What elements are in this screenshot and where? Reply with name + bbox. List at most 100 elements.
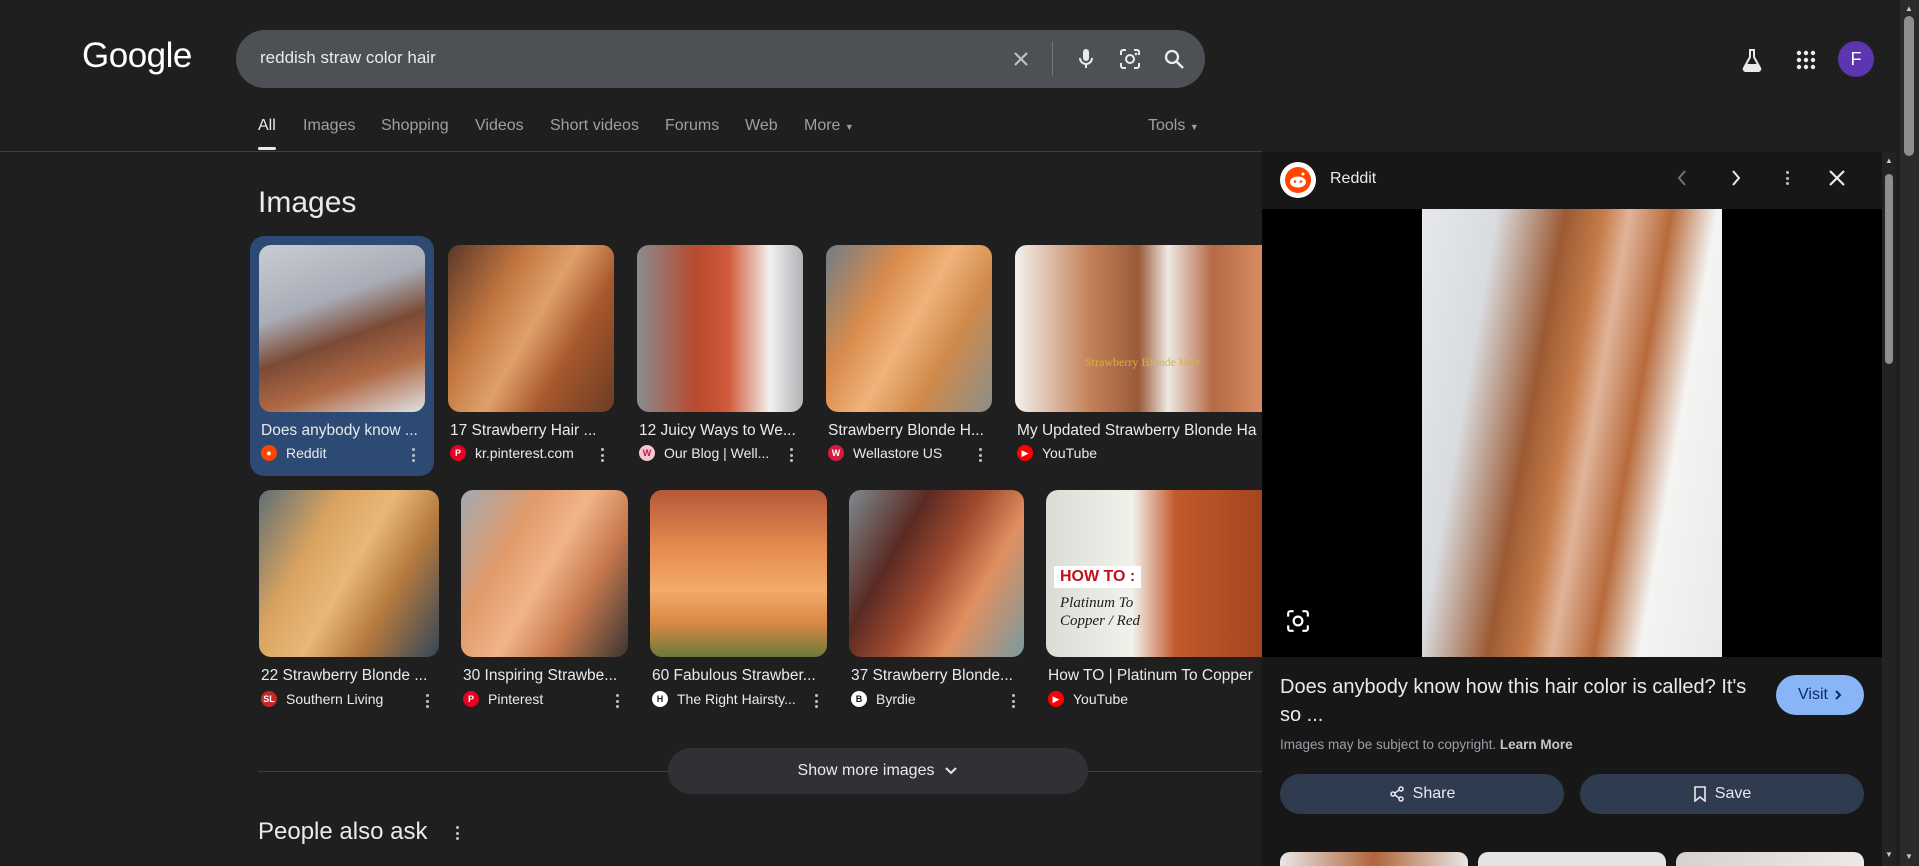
- image-source[interactable]: Pinterest: [488, 691, 598, 707]
- mic-icon[interactable]: [1074, 47, 1098, 71]
- tab-more[interactable]: More ▼: [804, 117, 854, 135]
- reddit-favicon-icon: ●: [261, 445, 277, 461]
- more-options-icon[interactable]: [1780, 169, 1794, 187]
- preview-title[interactable]: Does anybody know how this hair color is…: [1280, 673, 1760, 729]
- image-thumbnail[interactable]: [259, 245, 425, 412]
- image-caption[interactable]: 37 Strawberry Blonde...: [851, 667, 1021, 685]
- image-caption[interactable]: My Updated Strawberry Blonde Ha: [1017, 422, 1262, 440]
- image-source[interactable]: YouTube: [1042, 445, 1152, 461]
- visit-button[interactable]: Visit: [1776, 675, 1864, 715]
- panel-scrollbar-thumb[interactable]: [1885, 174, 1893, 364]
- tab-forums[interactable]: Forums: [665, 117, 719, 135]
- tab-shopping[interactable]: Shopping: [381, 117, 449, 135]
- image-caption[interactable]: 30 Inspiring Strawbe...: [463, 667, 623, 685]
- tab-images[interactable]: Images: [303, 117, 355, 135]
- more-options-icon[interactable]: [784, 446, 798, 464]
- show-more-images-button[interactable]: Show more images: [668, 748, 1088, 794]
- tab-all[interactable]: All: [258, 117, 276, 135]
- copyright-text: Images may be subject to copyright.: [1280, 737, 1497, 752]
- thumbnail-overlay-text: Strawberry Blonde Hair: [1085, 355, 1201, 369]
- scroll-down-icon[interactable]: ▼: [1905, 852, 1913, 861]
- image-caption[interactable]: How TO | Platinum To Copper: [1048, 667, 1262, 685]
- lens-icon[interactable]: [1118, 47, 1142, 71]
- google-logo[interactable]: Google: [82, 36, 192, 76]
- tab-tools[interactable]: Tools ▼: [1148, 117, 1199, 135]
- labs-icon[interactable]: [1736, 44, 1768, 76]
- clear-icon[interactable]: [1009, 47, 1033, 71]
- save-button[interactable]: Save: [1580, 774, 1864, 814]
- southern-living-favicon-icon: SL: [261, 691, 277, 707]
- more-options-icon[interactable]: [809, 692, 823, 710]
- more-options-icon[interactable]: [1006, 692, 1020, 710]
- image-caption[interactable]: Does anybody know ...: [261, 422, 425, 440]
- image-source[interactable]: Reddit: [286, 445, 396, 461]
- more-options-icon[interactable]: [973, 446, 987, 464]
- image-thumbnail[interactable]: [637, 245, 803, 412]
- share-button[interactable]: Share: [1280, 774, 1564, 814]
- learn-more-link[interactable]: Learn More: [1500, 737, 1573, 752]
- apps-grid-icon[interactable]: [1790, 44, 1822, 76]
- image-thumbnail[interactable]: Strawberry Blonde Hair: [1015, 245, 1262, 412]
- reddit-logo-icon: [1280, 162, 1316, 198]
- image-thumbnail[interactable]: [461, 490, 628, 657]
- youtube-favicon-icon: ▶: [1048, 691, 1064, 707]
- show-more-label: Show more images: [797, 762, 935, 779]
- search-input[interactable]: reddish straw color hair: [260, 48, 436, 68]
- image-source[interactable]: Byrdie: [876, 691, 986, 707]
- next-icon[interactable]: [1729, 168, 1743, 193]
- image-caption[interactable]: 22 Strawberry Blonde ...: [261, 667, 436, 685]
- panel-scrollbar[interactable]: ▲ ▼: [1882, 152, 1896, 866]
- previous-icon[interactable]: [1675, 168, 1689, 193]
- search-divider: [1052, 42, 1053, 76]
- share-icon: [1389, 786, 1404, 802]
- image-source[interactable]: Our Blog | Well...: [664, 445, 774, 461]
- image-caption[interactable]: 17 Strawberry Hair ...: [450, 422, 606, 440]
- tab-short-videos[interactable]: Short videos: [550, 117, 639, 135]
- more-options-icon[interactable]: [420, 692, 434, 710]
- search-icon[interactable]: [1162, 47, 1186, 71]
- more-options-icon[interactable]: [406, 446, 420, 464]
- tab-web[interactable]: Web: [745, 117, 778, 135]
- page-scrollbar-thumb[interactable]: [1904, 16, 1914, 156]
- preview-image[interactable]: [1422, 209, 1722, 657]
- image-source[interactable]: Southern Living: [286, 691, 406, 707]
- chevron-right-icon: [1835, 690, 1842, 700]
- image-thumbnail[interactable]: HOW TO : Platinum To Copper / Red: [1046, 490, 1262, 657]
- image-thumbnail[interactable]: [650, 490, 827, 657]
- more-options-icon[interactable]: [450, 824, 464, 842]
- image-thumbnail[interactable]: [826, 245, 992, 412]
- thumbnail-overlay-text: Platinum To Copper / Red: [1060, 595, 1140, 629]
- scroll-up-icon[interactable]: ▲: [1905, 4, 1913, 13]
- image-source[interactable]: Wellastore US: [853, 445, 963, 461]
- image-caption[interactable]: 12 Juicy Ways to We...: [639, 422, 803, 440]
- related-image-thumbnail[interactable]: [1280, 852, 1468, 866]
- image-source[interactable]: YouTube: [1073, 691, 1183, 707]
- close-icon[interactable]: [1827, 168, 1847, 193]
- image-caption[interactable]: 60 Fabulous Strawber...: [652, 667, 824, 685]
- panel-source-name[interactable]: Reddit: [1330, 170, 1376, 188]
- page-scrollbar[interactable]: ▲ ▼: [1900, 0, 1919, 866]
- preview-image-frame: [1262, 209, 1882, 657]
- image-source[interactable]: The Right Hairsty...: [677, 691, 797, 707]
- active-tab-indicator: [258, 147, 276, 150]
- scroll-down-icon[interactable]: ▼: [1885, 850, 1893, 859]
- header-divider: [0, 151, 1262, 152]
- account-avatar[interactable]: F: [1838, 41, 1874, 77]
- more-options-icon[interactable]: [595, 446, 609, 464]
- image-thumbnail[interactable]: [259, 490, 439, 657]
- image-thumbnail[interactable]: [448, 245, 614, 412]
- hairstyler-favicon-icon: H: [652, 691, 668, 707]
- pinterest-favicon-icon: P: [450, 445, 466, 461]
- image-source[interactable]: kr.pinterest.com: [475, 445, 585, 461]
- related-image-thumbnail[interactable]: [1676, 852, 1864, 866]
- related-image-thumbnail[interactable]: [1478, 852, 1666, 866]
- tab-videos[interactable]: Videos: [475, 117, 524, 135]
- lens-search-icon[interactable]: [1286, 609, 1310, 638]
- chevron-down-icon: ▼: [1189, 122, 1199, 132]
- more-options-icon[interactable]: [610, 692, 624, 710]
- scroll-up-icon[interactable]: ▲: [1885, 156, 1893, 165]
- image-thumbnail[interactable]: [849, 490, 1024, 657]
- chevron-down-icon: [945, 767, 958, 775]
- search-box[interactable]: reddish straw color hair: [236, 30, 1205, 88]
- image-caption[interactable]: Strawberry Blonde H...: [828, 422, 992, 440]
